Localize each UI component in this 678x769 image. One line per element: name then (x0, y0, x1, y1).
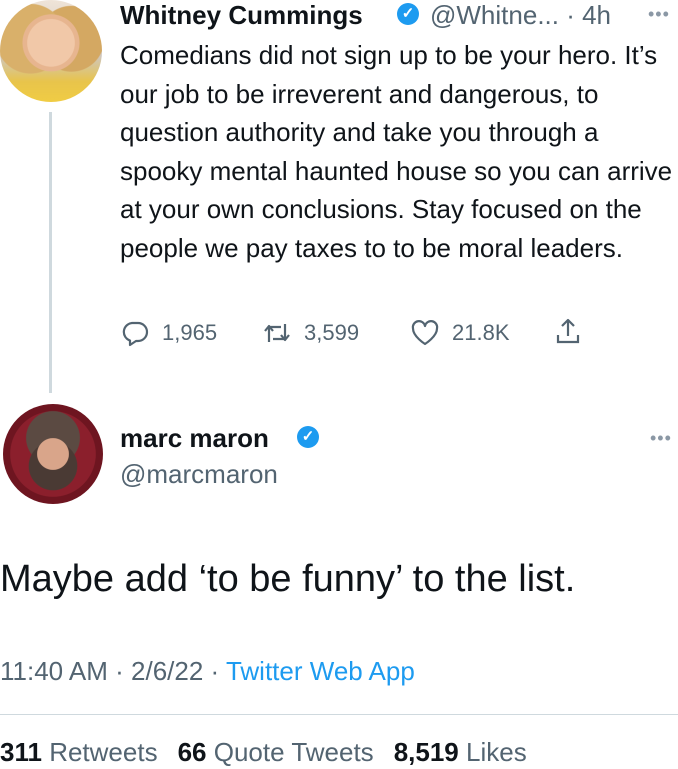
more-icon[interactable]: ••• (648, 4, 670, 24)
verified-badge-icon: ✓ (297, 426, 319, 448)
avatar-whitney-cummings[interactable] (0, 0, 102, 102)
tweet1-text: Comedians did not sign up to be your her… (120, 40, 673, 263)
thread-connector-line (49, 112, 52, 393)
retweet-icon (264, 324, 290, 342)
like-count: 21.8K (452, 320, 510, 345)
tweet2-text: Maybe add ‘to be funny’ to the list. (0, 558, 576, 600)
tweet2-timestamp: 11:40 AM · 2/6/22 · Twitter Web App (0, 655, 415, 687)
tweet2-source-link[interactable]: Twitter Web App (226, 656, 415, 686)
tweet1-author-name[interactable]: Whitney Cummings (120, 0, 363, 30)
likes-stat[interactable]: 8,519 Likes (394, 737, 527, 767)
quote-tweets-stat[interactable]: 66 Quote Tweets (178, 737, 374, 767)
tweet2-handle[interactable]: @marcmaron (120, 459, 278, 489)
retweets-stat[interactable]: 311 Retweets (0, 737, 158, 767)
retweet-count: 3,599 (304, 320, 360, 345)
divider (0, 714, 678, 715)
tweet1-handle-time[interactable]: @Whitne... · 4h (430, 0, 611, 30)
avatar-marc-maron[interactable] (3, 404, 103, 504)
more-icon[interactable]: ••• (650, 428, 672, 448)
share-icon (556, 318, 580, 344)
tweet2-stats: 311 Retweets 66 Quote Tweets 8,519 Likes (0, 736, 527, 768)
share-button[interactable] (553, 316, 583, 346)
reply-button[interactable]: 1,965 (120, 318, 217, 348)
verified-badge-icon: ✓ (397, 3, 419, 25)
reply-icon (122, 321, 149, 347)
reply-count: 1,965 (162, 320, 218, 345)
like-button[interactable]: 21.8K (410, 318, 510, 348)
tweet2-time-date[interactable]: 11:40 AM · 2/6/22 · (0, 656, 226, 686)
retweet-button[interactable]: 3,599 (262, 318, 359, 348)
heart-icon (411, 320, 439, 346)
tweet2-author-name[interactable]: marc maron (120, 423, 269, 453)
